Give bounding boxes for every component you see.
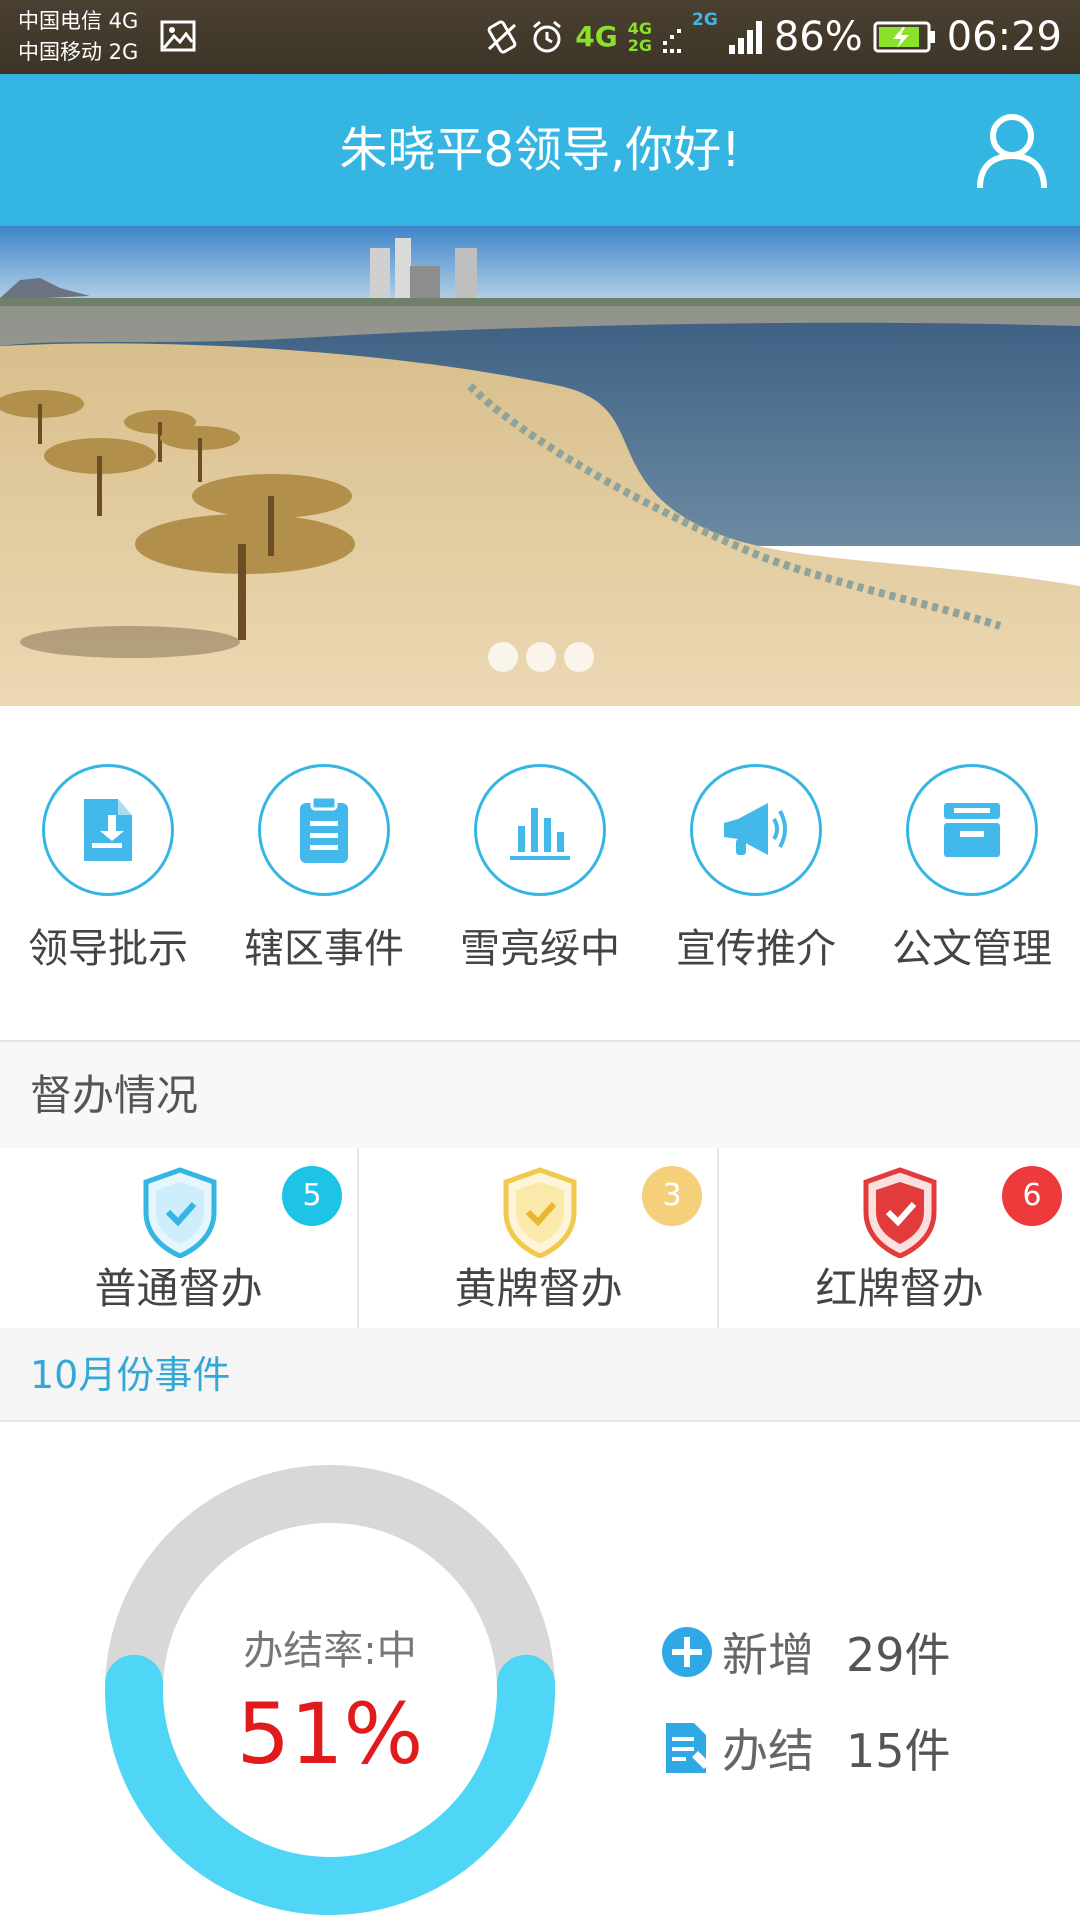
carousel-dot[interactable] (564, 642, 594, 672)
net-2g-label: 2G (692, 10, 718, 30)
net-stack-top: 4G (627, 19, 653, 38)
supervision-header: 督办情况 (0, 1040, 1080, 1148)
stat-closed-label: 办结 (722, 1724, 814, 1778)
supervision-label: 普通督办 (94, 1264, 263, 1313)
nav-publicity[interactable]: 宣传推介 (648, 764, 864, 976)
shield-check-icon (143, 1167, 217, 1258)
month-events-title: 10月份事件 (30, 1353, 231, 1397)
gallery-icon (160, 20, 196, 52)
carousel-dot[interactable] (526, 642, 556, 672)
banner-carousel[interactable] (0, 226, 1080, 706)
net-stack-bottom: 2G (627, 36, 653, 55)
carrier-2: 中国移动 2G (18, 40, 139, 64)
greeting-title: 朱晓平8领导,你好! (339, 122, 741, 178)
beach-banner-image (0, 226, 1080, 706)
clock: 06:29 (946, 14, 1062, 60)
shield-check-icon (503, 1167, 577, 1258)
signal-dots-icon (663, 29, 682, 53)
net-4g-label: 4G (575, 20, 618, 53)
user-profile-icon[interactable] (975, 112, 1049, 192)
completion-rate-label: 办结率:中 (243, 1628, 417, 1674)
nav-label: 领导批示 (28, 926, 188, 972)
document-edit-icon (666, 1723, 710, 1773)
stat-closed: 办结 15件 (660, 1716, 951, 1780)
megaphone-icon (724, 803, 787, 855)
supervision-label: 红牌督办 (815, 1264, 984, 1313)
net-stack: 4G 2G (628, 20, 652, 54)
nav-xueliang-suizhong[interactable]: 雪亮绥中 (432, 764, 648, 976)
nav-label: 宣传推介 (676, 926, 836, 972)
supervision-title: 督办情况 (30, 1071, 199, 1120)
clipboard-icon (300, 795, 348, 863)
signal-bars-icon (728, 21, 762, 54)
carousel-indicators[interactable] (488, 642, 594, 672)
nav-icon-circle (474, 764, 606, 896)
archive-box-icon (944, 803, 1000, 857)
app-header: 朱晓平8领导,你好! (0, 74, 1080, 226)
battery-charging-icon (873, 21, 935, 53)
count-badge: 3 (642, 1166, 702, 1226)
supervision-normal[interactable]: 5 普通督办 (0, 1148, 359, 1328)
nav-icon-circle (906, 764, 1038, 896)
status-indicators: 4G 4G 2G 2G 86% 06:29 (485, 0, 1062, 74)
quick-nav: 领导批示 辖区事件 雪亮绥中 宣传推介 公文管理 (0, 706, 1080, 1040)
bar-chart-icon (510, 808, 570, 860)
alarm-icon (533, 20, 562, 53)
nav-district-events[interactable]: 辖区事件 (216, 764, 432, 976)
count-badge: 5 (282, 1166, 342, 1226)
stat-new-value: 29件 (846, 1628, 951, 1682)
supervision-red[interactable]: 6 红牌督办 (720, 1148, 1079, 1328)
nav-icon-circle (258, 764, 390, 896)
nav-icon-circle (42, 764, 174, 896)
supervision-yellow[interactable]: 3 黄牌督办 (360, 1148, 719, 1328)
completion-rate-value: 51% (236, 1685, 424, 1783)
carrier-1: 中国电信 4G (18, 9, 139, 33)
download-document-icon (84, 799, 132, 861)
supervision-label: 黄牌督办 (454, 1264, 623, 1313)
stat-closed-value: 15件 (846, 1724, 951, 1778)
stat-new-label: 新增 (722, 1628, 814, 1682)
nav-label: 公文管理 (892, 926, 1052, 972)
vibrate-icon (487, 20, 517, 54)
stat-new: 新增 29件 (660, 1620, 951, 1684)
count-badge: 6 (1002, 1166, 1062, 1226)
nav-leader-instructions[interactable]: 领导批示 (0, 764, 216, 976)
carrier-info: 中国电信 4G 中国移动 2G (18, 6, 138, 68)
month-events-header: 10月份事件 (0, 1328, 1080, 1422)
nav-label: 雪亮绥中 (460, 926, 620, 972)
battery-percent: 86% (773, 14, 863, 60)
carousel-dot[interactable] (488, 642, 518, 672)
nav-icon-circle (690, 764, 822, 896)
status-bar: 中国电信 4G 中国移动 2G 4G 4G 2G 2G 86% 06:29 (0, 0, 1080, 74)
nav-label: 辖区事件 (244, 926, 404, 972)
nav-document-management[interactable]: 公文管理 (864, 764, 1080, 976)
shield-check-icon (863, 1167, 937, 1258)
supervision-row: 5 普通督办 3 黄牌督办 6 红牌督办 (0, 1148, 1080, 1328)
plus-circle-icon (662, 1627, 712, 1677)
